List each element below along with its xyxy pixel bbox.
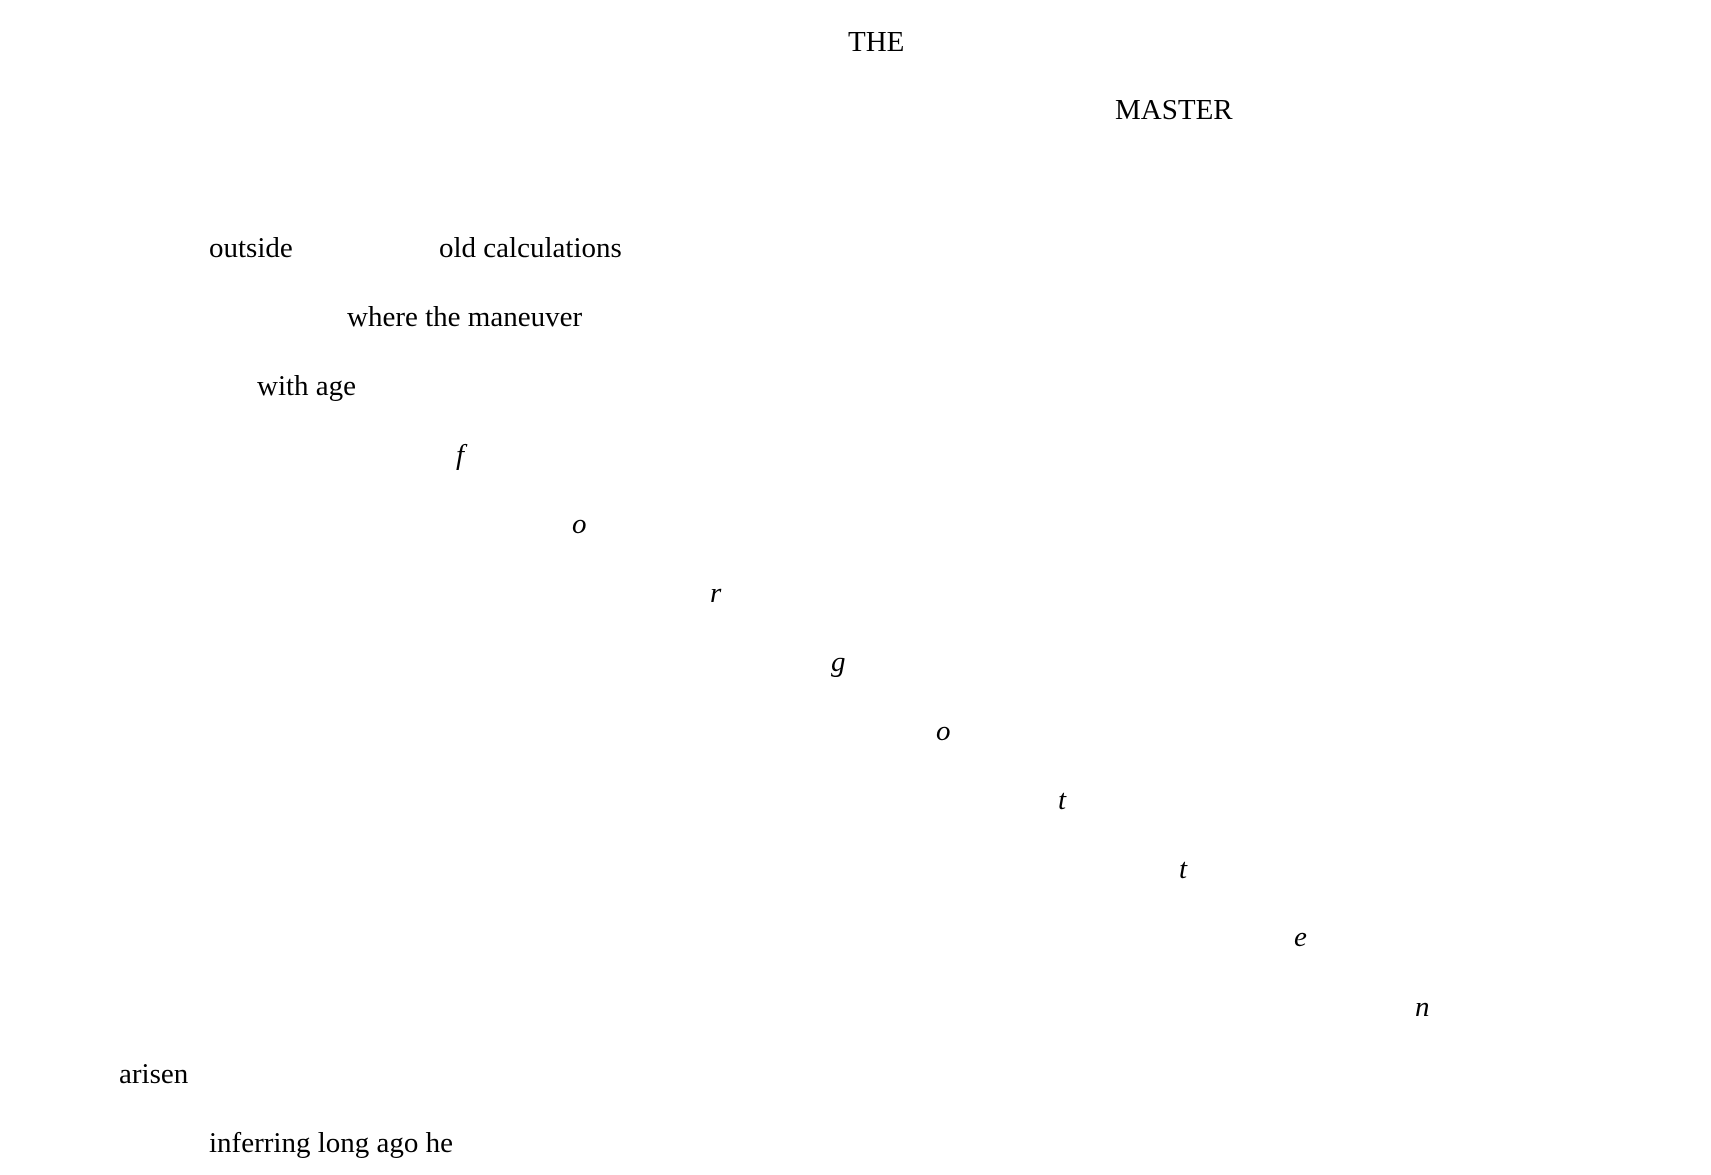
title-the: THE (848, 26, 905, 58)
poem-line: where the maneuver (347, 301, 583, 333)
poem-word: old calculations (439, 232, 622, 264)
cascade-letter: f (456, 439, 465, 471)
cascade-letter: o (936, 715, 951, 747)
cascade-letter: g (831, 646, 846, 678)
cascade-letter: t (1179, 853, 1188, 885)
cascade-letter: r (710, 577, 722, 609)
title-master: MASTER (1115, 94, 1233, 126)
poem-line: inferring long ago he (209, 1127, 454, 1159)
cascade-letter: n (1415, 991, 1430, 1023)
poem-line: arisen (119, 1058, 189, 1090)
cascade-letter: t (1058, 784, 1067, 816)
cascade-letter: o (572, 508, 587, 540)
cascade-letter: e (1294, 921, 1307, 953)
poem-line: with age (257, 370, 357, 402)
poem-word: outside (209, 232, 293, 264)
